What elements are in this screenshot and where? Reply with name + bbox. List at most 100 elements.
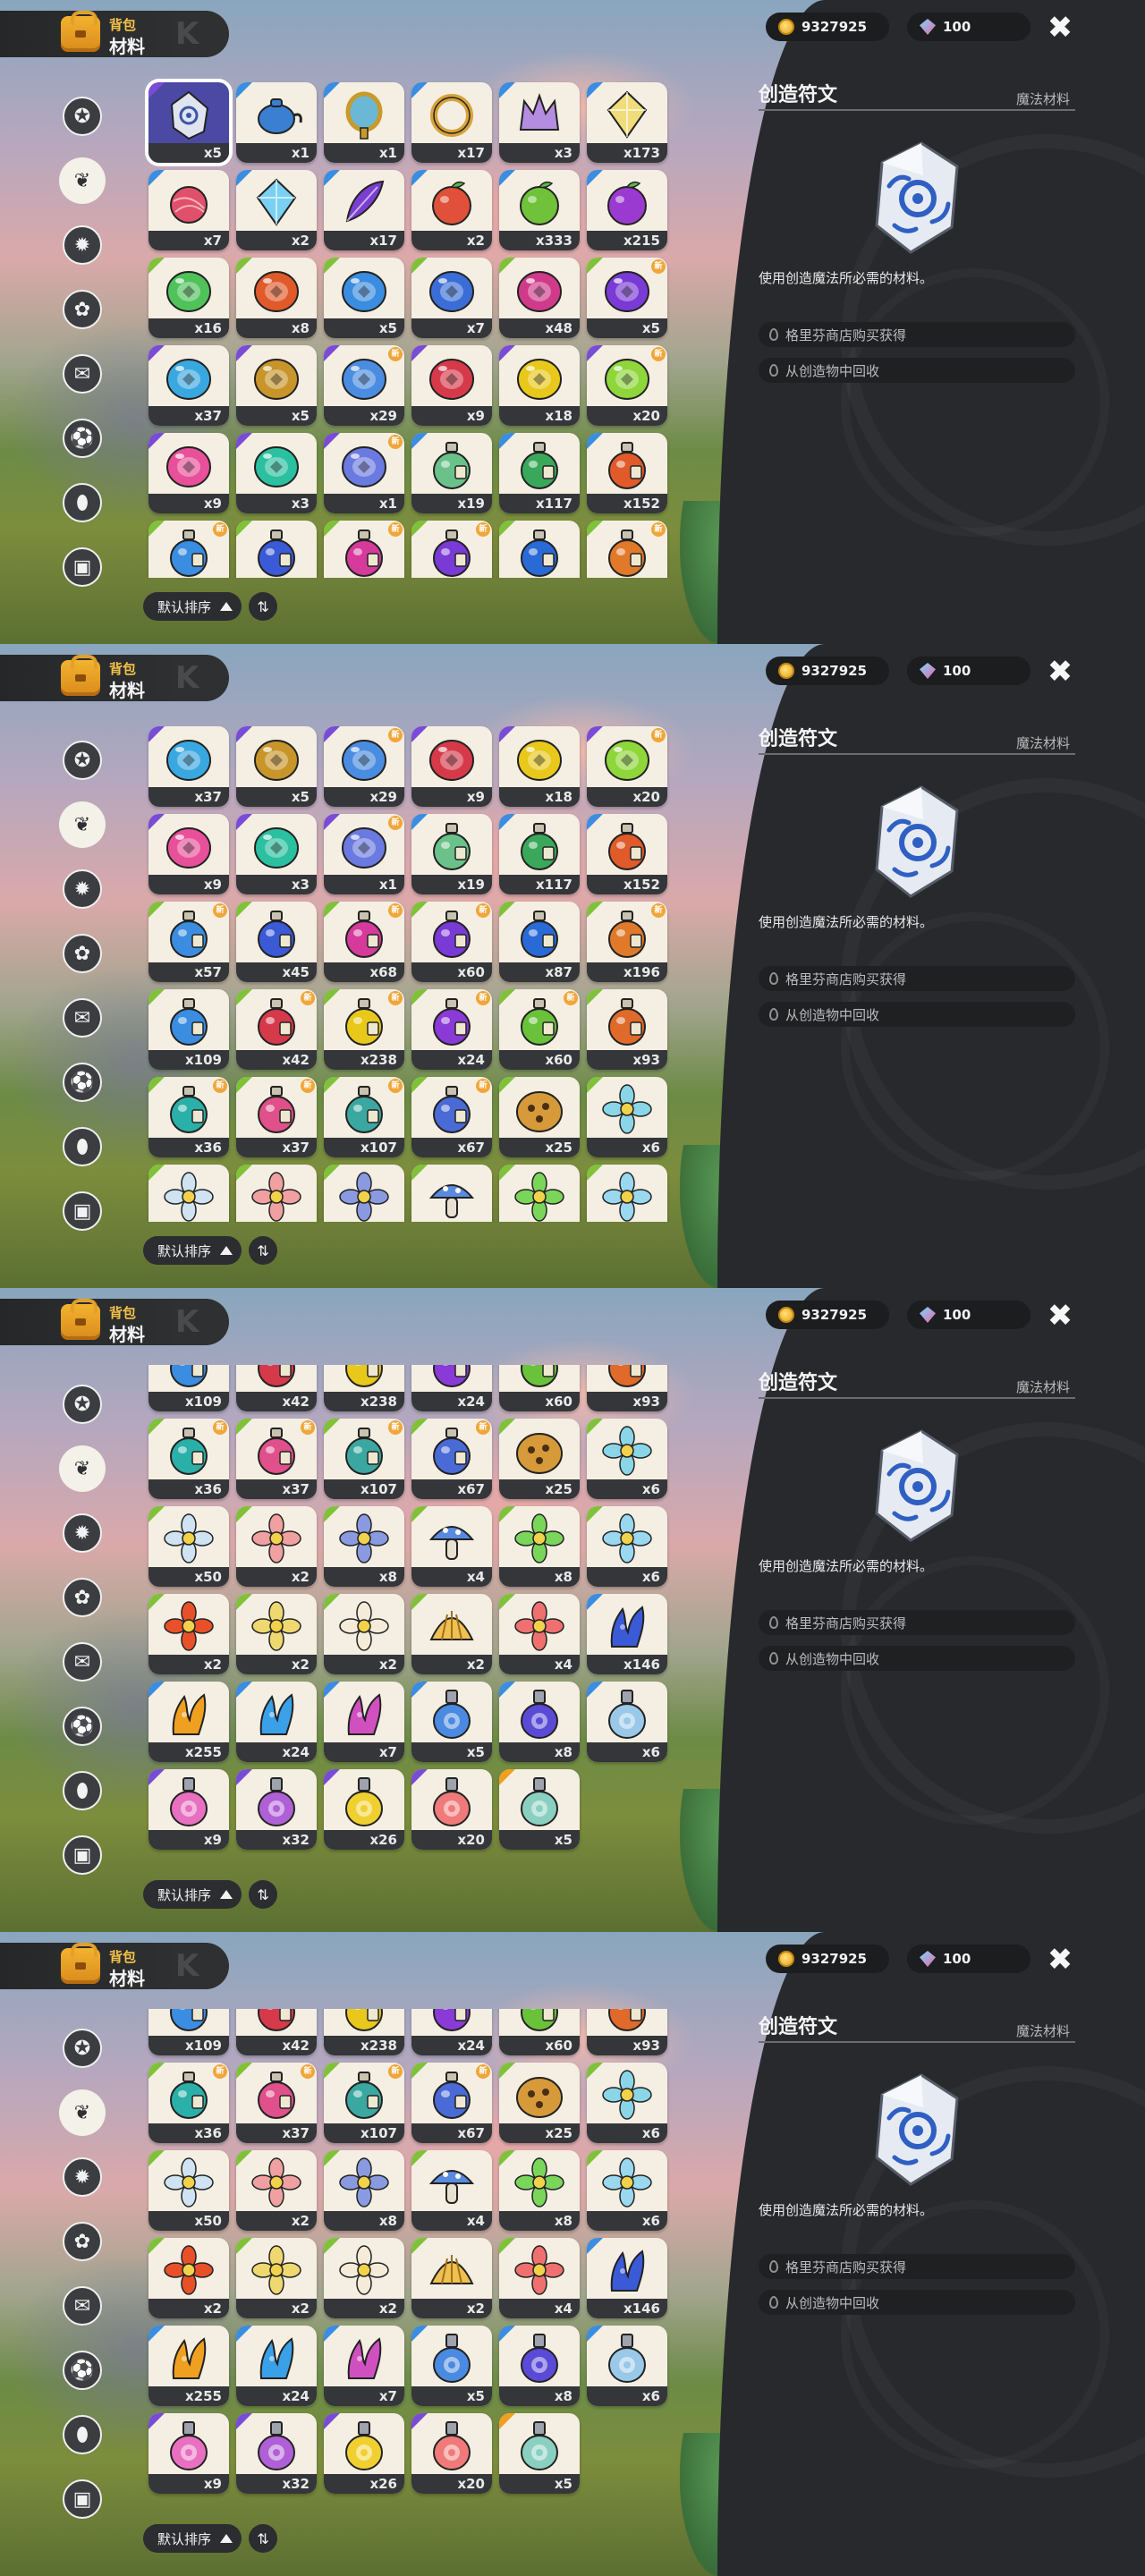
inventory-slot[interactable]: x93 bbox=[587, 1365, 667, 1411]
sort-order-toggle-icon[interactable]: ⇅ bbox=[249, 592, 278, 621]
inventory-slot[interactable]: x5 bbox=[499, 2412, 580, 2494]
inventory-slot[interactable]: x93 bbox=[587, 2009, 667, 2055]
inventory-slot[interactable]: x8 bbox=[499, 2325, 580, 2406]
inventory-slot[interactable]: x3 bbox=[236, 433, 317, 513]
inventory-slot[interactable]: x7 bbox=[324, 2325, 404, 2406]
sidebar-tab-acorn[interactable]: ⬮ bbox=[59, 1767, 106, 1814]
inventory-slot[interactable]: x19 bbox=[411, 433, 492, 513]
sidebar-tab-magic-crystal[interactable]: ✪ bbox=[59, 93, 106, 140]
inventory-slot[interactable]: x60新 bbox=[499, 2009, 580, 2055]
inventory-slot[interactable]: x2 bbox=[236, 1505, 317, 1587]
inventory-slot[interactable]: x4 bbox=[499, 1593, 580, 1674]
inventory-slot[interactable]: x109 bbox=[148, 2009, 229, 2055]
inventory-slot[interactable]: x109 bbox=[148, 1365, 229, 1411]
inventory-slot[interactable]: x87 bbox=[499, 521, 580, 578]
inventory-slot[interactable]: x1 新 bbox=[324, 814, 404, 894]
close-icon[interactable]: ✖ bbox=[1045, 1301, 1075, 1333]
inventory-slot[interactable]: x9 bbox=[148, 2412, 229, 2494]
inventory-slot[interactable]: x17 bbox=[324, 170, 404, 250]
inventory-slot[interactable]: x5 bbox=[148, 82, 229, 163]
inventory-slot[interactable]: x60新 bbox=[411, 521, 492, 578]
inventory-slot[interactable]: x20 新 bbox=[587, 345, 667, 426]
inventory-slot[interactable]: x2 bbox=[148, 1593, 229, 1674]
sidebar-tab-magic-crystal[interactable]: ✪ bbox=[59, 737, 106, 784]
inventory-slot[interactable]: x67 新 bbox=[411, 1418, 492, 1499]
inventory-slot[interactable]: x60新 bbox=[499, 989, 580, 1070]
inventory-slot[interactable]: x3 bbox=[499, 82, 580, 163]
inventory-slot[interactable]: x333 bbox=[499, 170, 580, 250]
inventory-slot[interactable]: x42 新 bbox=[236, 989, 317, 1070]
inventory-slot[interactable]: x8 bbox=[499, 2149, 580, 2231]
inventory-slot[interactable]: x2 bbox=[236, 1165, 317, 1222]
sidebar-tab-flower[interactable]: ✿ bbox=[59, 2218, 106, 2265]
sidebar-tab-flower[interactable]: ✿ bbox=[59, 286, 106, 333]
inventory-slot[interactable]: x36 新 bbox=[148, 1077, 229, 1157]
inventory-slot[interactable]: x37 bbox=[148, 345, 229, 426]
sidebar-tab-flower[interactable]: ✿ bbox=[59, 1574, 106, 1621]
sidebar-tab-ball[interactable]: ⚽ bbox=[59, 1703, 106, 1750]
source-row[interactable]: 从创造物中回收 bbox=[759, 1646, 1075, 1671]
inventory-slot[interactable]: x36 新 bbox=[148, 2062, 229, 2143]
sort-dropdown-button[interactable]: 默认排序 bbox=[143, 1880, 242, 1909]
sidebar-tab-magic-crystal[interactable]: ✪ bbox=[59, 1381, 106, 1428]
sidebar-tab-chest[interactable]: ▣ bbox=[59, 2476, 106, 2522]
close-icon[interactable]: ✖ bbox=[1045, 1945, 1075, 1977]
inventory-slot[interactable]: x2 bbox=[236, 170, 317, 250]
inventory-slot[interactable]: x57 新 bbox=[148, 902, 229, 982]
source-row[interactable]: 从创造物中回收 bbox=[759, 2290, 1075, 2315]
inventory-slot[interactable]: x9 bbox=[148, 1768, 229, 1850]
inventory-slot[interactable]: x18 bbox=[499, 726, 580, 807]
sidebar-tab-gear[interactable]: ✹ bbox=[59, 222, 106, 268]
inventory-slot[interactable]: x6 bbox=[587, 1077, 667, 1157]
inventory-slot[interactable]: x238新 bbox=[324, 2009, 404, 2055]
inventory-slot[interactable]: x109 bbox=[148, 989, 229, 1070]
sidebar-tab-ball[interactable]: ⚽ bbox=[59, 1059, 106, 1106]
inventory-slot[interactable]: x50 bbox=[148, 1505, 229, 1587]
inventory-slot[interactable]: x5 bbox=[236, 726, 317, 807]
sidebar-tab-gear[interactable]: ✹ bbox=[59, 1510, 106, 1556]
inventory-slot[interactable]: x2 bbox=[411, 2237, 492, 2318]
inventory-slot[interactable]: x7 bbox=[148, 170, 229, 250]
inventory-slot[interactable]: x4 bbox=[411, 1505, 492, 1587]
sidebar-tab-materials[interactable]: ❦ bbox=[59, 801, 106, 848]
inventory-slot[interactable]: x8 bbox=[499, 1505, 580, 1587]
inventory-slot[interactable]: x67 新 bbox=[411, 2062, 492, 2143]
inventory-slot[interactable]: x117 bbox=[499, 433, 580, 513]
inventory-slot[interactable]: x37 新 bbox=[236, 1418, 317, 1499]
sidebar-tab-goods[interactable]: ✉ bbox=[59, 995, 106, 1041]
sidebar-tab-chest[interactable]: ▣ bbox=[59, 1832, 106, 1878]
inventory-slot[interactable]: x6 bbox=[587, 2062, 667, 2143]
inventory-slot[interactable]: x107 新 bbox=[324, 1077, 404, 1157]
source-row[interactable]: 格里芬商店购买获得 bbox=[759, 322, 1075, 347]
inventory-slot[interactable]: x5 新 bbox=[587, 258, 667, 338]
inventory-slot[interactable]: x5 bbox=[324, 258, 404, 338]
sort-order-toggle-icon[interactable]: ⇅ bbox=[249, 1236, 278, 1265]
inventory-slot[interactable]: x20 bbox=[411, 1768, 492, 1850]
inventory-slot[interactable]: x2 bbox=[324, 2237, 404, 2318]
sort-dropdown-button[interactable]: 默认排序 bbox=[143, 1236, 242, 1265]
inventory-slot[interactable]: x36 新 bbox=[148, 1418, 229, 1499]
inventory-slot[interactable]: x6 bbox=[587, 1418, 667, 1499]
inventory-slot[interactable]: x48 bbox=[499, 258, 580, 338]
sidebar-tab-gear[interactable]: ✹ bbox=[59, 2154, 106, 2200]
source-row[interactable]: 格里芬商店购买获得 bbox=[759, 2254, 1075, 2279]
inventory-slot[interactable]: x173 bbox=[587, 82, 667, 163]
inventory-slot[interactable]: x37 新 bbox=[236, 1077, 317, 1157]
inventory-slot[interactable]: x68 新 bbox=[324, 902, 404, 982]
inventory-slot[interactable]: x2 bbox=[324, 1593, 404, 1674]
inventory-slot[interactable]: x16 bbox=[148, 258, 229, 338]
inventory-slot[interactable]: x20 新 bbox=[587, 726, 667, 807]
inventory-slot[interactable]: x2 bbox=[236, 2149, 317, 2231]
inventory-slot[interactable]: x8 bbox=[324, 1165, 404, 1222]
inventory-slot[interactable]: x17 bbox=[411, 82, 492, 163]
inventory-slot[interactable]: x32 bbox=[236, 2412, 317, 2494]
inventory-slot[interactable]: x6 bbox=[587, 2325, 667, 2406]
inventory-slot[interactable]: x8 bbox=[324, 2149, 404, 2231]
inventory-slot[interactable]: x4 bbox=[411, 1165, 492, 1222]
sidebar-tab-flower[interactable]: ✿ bbox=[59, 930, 106, 977]
inventory-slot[interactable]: x24 bbox=[236, 2325, 317, 2406]
sidebar-tab-acorn[interactable]: ⬮ bbox=[59, 2411, 106, 2458]
inventory-slot[interactable]: x32 bbox=[236, 1768, 317, 1850]
inventory-slot[interactable]: x5 bbox=[411, 1681, 492, 1762]
inventory-slot[interactable]: x146 bbox=[587, 2237, 667, 2318]
